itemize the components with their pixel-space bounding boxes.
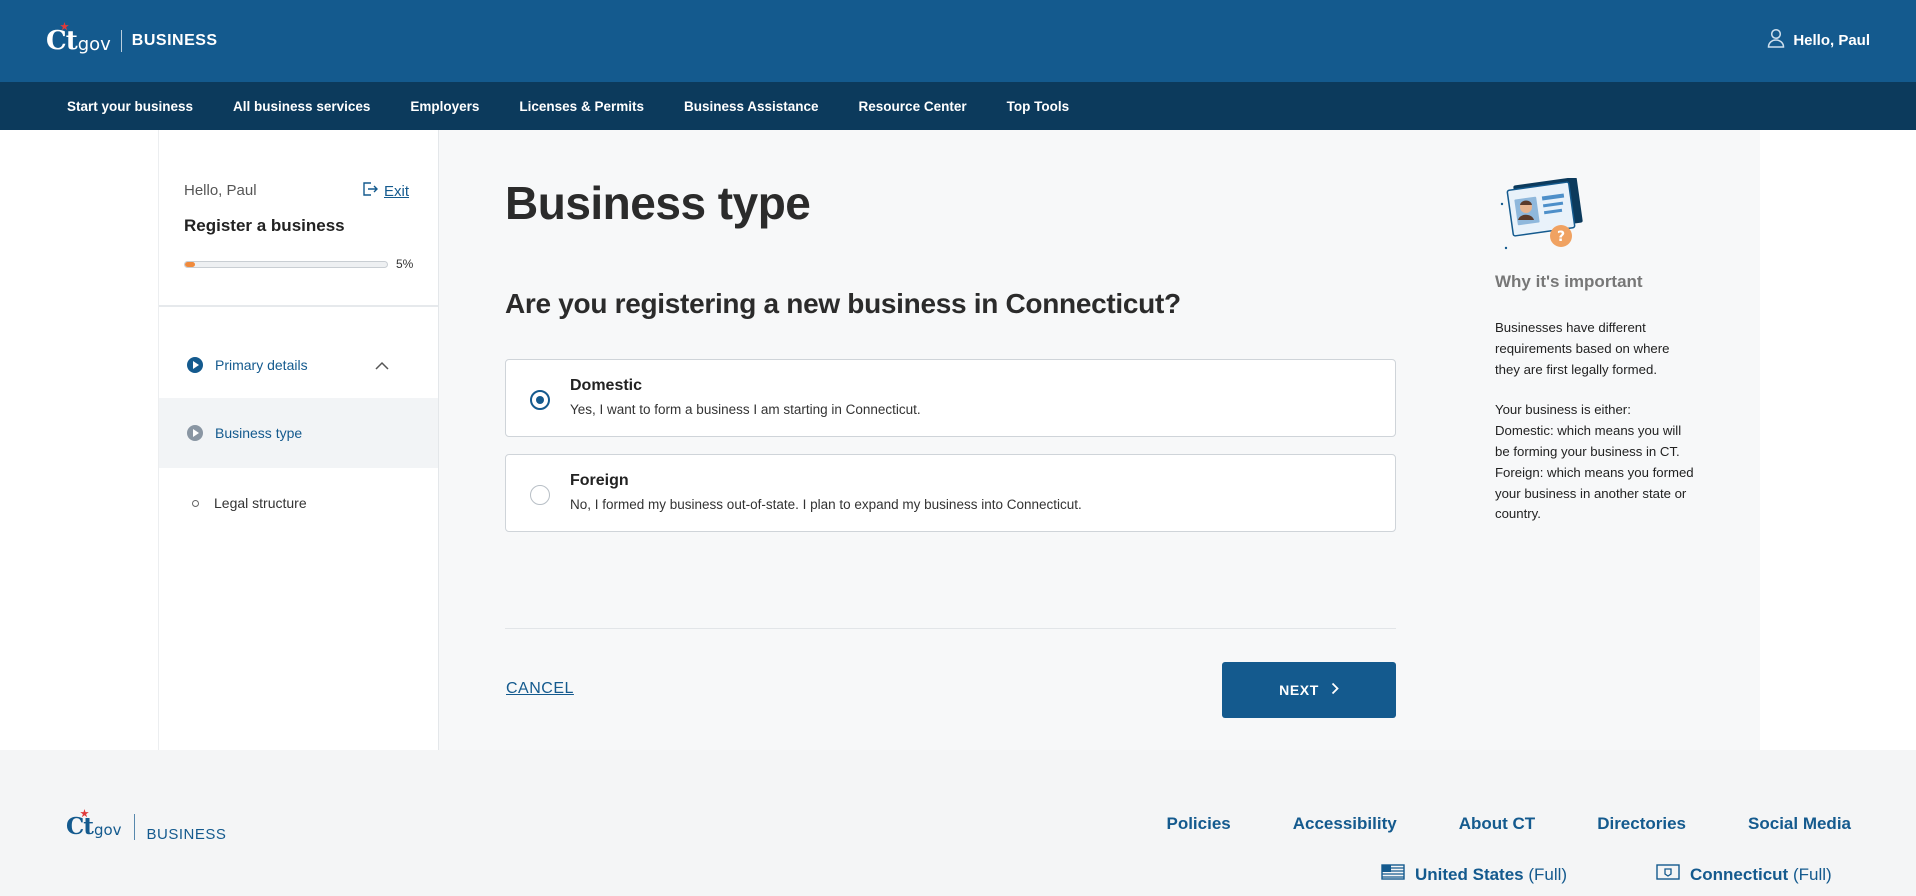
footer-link-accessibility[interactable]: Accessibility <box>1293 814 1397 834</box>
info-line: Foreign: which means you formed your bus… <box>1495 464 1694 522</box>
cancel-link[interactable]: CANCEL <box>506 680 574 698</box>
footer-links: Policies Accessibility About CT Director… <box>1166 814 1851 834</box>
nav-resource-center[interactable]: Resource Center <box>859 99 967 114</box>
nav-top-tools[interactable]: Top Tools <box>1007 99 1069 114</box>
sidebar-step-label: Business type <box>215 425 303 441</box>
sidebar-title: Register a business <box>184 216 345 235</box>
sidebar-section-primary-details[interactable]: Primary details <box>159 340 438 390</box>
logo-business-text: BUSINESS <box>131 32 218 49</box>
ct-gov-business-logo[interactable]: Ct gov BUSINESS <box>46 22 218 56</box>
sidebar-step-business-type[interactable]: Business type <box>159 398 438 468</box>
exit-label: Exit <box>384 182 410 200</box>
user-greeting: Hello, Paul <box>1793 31 1870 49</box>
info-text: Businesses have different requirements b… <box>1495 318 1695 525</box>
radio-button[interactable] <box>530 390 550 410</box>
sidebar-divider <box>159 305 438 307</box>
logo-ct-text: Ct <box>46 22 78 56</box>
play-circle-icon <box>187 357 203 373</box>
info-line: Domestic: which means you will be formin… <box>1495 423 1682 459</box>
nav-licenses-permits[interactable]: Licenses & Permits <box>519 99 644 114</box>
footer: Ct gov BUSINESS Policies Accessibility A… <box>0 750 1916 896</box>
footer-link-about-ct[interactable]: About CT <box>1459 814 1535 834</box>
logo-divider <box>120 30 122 52</box>
us-full-name: United States <box>1415 864 1524 884</box>
footer-link-policies[interactable]: Policies <box>1166 814 1230 834</box>
us-full-suffix: (Full) <box>1528 864 1568 884</box>
next-label: NEXT <box>1279 682 1319 698</box>
ct-full-name: Connecticut <box>1690 864 1789 884</box>
option-domestic[interactable]: Domestic Yes, I want to form a business … <box>505 359 1396 437</box>
form-divider <box>505 628 1396 629</box>
sidebar-section-label: Primary details <box>215 357 308 373</box>
chevron-right-icon <box>1331 682 1339 698</box>
logo-gov-text: gov <box>77 33 111 55</box>
info-line: Your business is either: <box>1495 402 1631 418</box>
info-paragraph: Businesses have different requirements b… <box>1495 320 1670 377</box>
footer-link-social-media[interactable]: Social Media <box>1748 814 1851 834</box>
logo-gov-text: gov <box>93 820 122 839</box>
user-menu[interactable]: Hello, Paul <box>1767 28 1870 52</box>
step-dot-icon <box>192 499 199 507</box>
svg-text:?: ? <box>1557 229 1565 245</box>
option-description: Yes, I want to form a business I am star… <box>570 402 921 417</box>
main-nav: Start your business All business service… <box>0 82 1916 130</box>
progress-bar <box>184 261 388 268</box>
nav-business-assistance[interactable]: Business Assistance <box>684 99 819 114</box>
option-title: Foreign <box>570 472 629 489</box>
id-card-illustration-icon: ? <box>1494 177 1586 254</box>
sidebar-step-legal-structure[interactable]: Legal structure <box>159 468 438 538</box>
logo-ct-text: Ct <box>66 809 94 840</box>
ct-full-suffix: (Full) <box>1792 864 1832 884</box>
ct-flag-icon <box>1656 864 1680 885</box>
connecticut-full-link[interactable]: Connecticut (Full) <box>1656 864 1832 885</box>
progress-sidebar: Hello, Paul Exit Register a business 5% … <box>158 130 439 750</box>
footer-link-directories[interactable]: Directories <box>1597 814 1686 834</box>
footer-logo[interactable]: Ct gov BUSINESS <box>66 809 227 843</box>
user-icon <box>1767 28 1785 52</box>
info-title: Why it's important <box>1495 272 1643 291</box>
logo-divider <box>133 813 135 840</box>
radio-button[interactable] <box>530 485 550 505</box>
sidebar-step-label: Legal structure <box>214 495 307 511</box>
play-circle-icon <box>187 425 203 441</box>
nav-employers[interactable]: Employers <box>410 99 479 114</box>
page-title: Business type <box>505 177 811 229</box>
exit-link[interactable]: Exit <box>362 182 409 200</box>
logo-business-text: BUSINESS <box>146 826 227 843</box>
progress-bar-fill <box>185 262 196 267</box>
top-header: Ct gov BUSINESS Hello, Paul <box>0 0 1916 82</box>
option-foreign[interactable]: Foreign No, I formed my business out-of-… <box>505 454 1396 532</box>
progress-percent: 5% <box>396 257 414 271</box>
option-description: No, I formed my business out-of-state. I… <box>570 497 1082 512</box>
united-states-full-link[interactable]: United States (Full) <box>1381 864 1567 885</box>
option-title: Domestic <box>570 377 643 394</box>
exit-icon <box>362 182 378 200</box>
question-heading: Are you registering a new business in Co… <box>505 288 1181 319</box>
nav-all-business-services[interactable]: All business services <box>233 99 370 114</box>
us-flag-icon <box>1381 864 1405 885</box>
nav-start-your-business[interactable]: Start your business <box>67 99 193 114</box>
next-button[interactable]: NEXT <box>1222 662 1396 718</box>
chevron-up-icon <box>375 357 389 375</box>
sidebar-greeting: Hello, Paul <box>184 182 257 199</box>
